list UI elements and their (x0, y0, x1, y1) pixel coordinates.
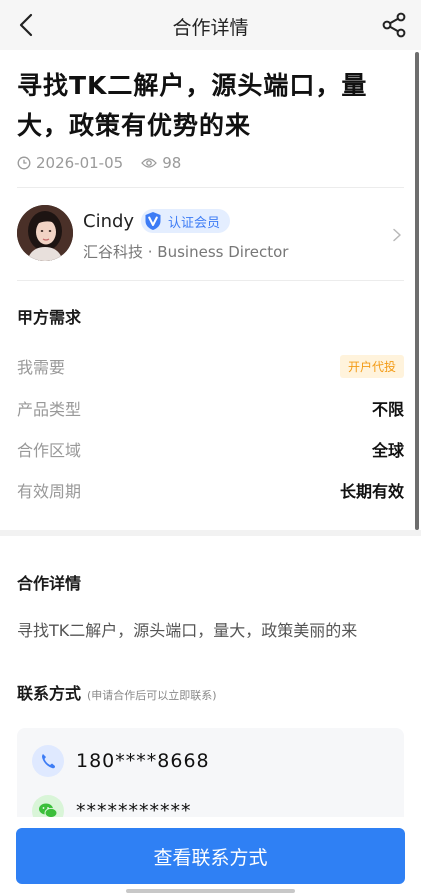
requirement-row: 有效周期 长期有效 (17, 478, 404, 502)
avatar[interactable] (17, 205, 73, 261)
badge-label: 认证会员 (168, 215, 221, 231)
divider (17, 187, 404, 188)
view-count: 98 (162, 154, 182, 172)
chevron-right-icon (390, 227, 404, 242)
requirement-key: 合作区域 (17, 441, 82, 460)
page-title: 合作详情 (172, 17, 249, 39)
eye-icon (141, 158, 158, 168)
clock-icon (17, 156, 31, 170)
verified-v-icon (145, 212, 161, 230)
requirement-key: 产品类型 (17, 400, 82, 419)
requirement-value: 长期有效 (339, 482, 404, 501)
post-title: 寻找TK二解户，源头端口，量大，政策有优势的来 (17, 71, 368, 140)
requirement-value: 不限 (371, 400, 404, 419)
views: 98 (141, 154, 181, 172)
scrollbar[interactable] (415, 52, 419, 530)
requirement-tag: 开户代投 (339, 354, 404, 378)
phone-icon (32, 745, 64, 777)
post-date: 2026-01-05 (36, 154, 124, 172)
section-separator (0, 530, 421, 536)
phone-row: 180****8668 (32, 745, 210, 777)
details-text: 寻找TK二解户，源头端口，量大，政策美丽的来 (17, 621, 358, 640)
contact-heading: 联系方式 (17, 684, 82, 703)
author-company: 汇谷科技 · Business Director (83, 243, 289, 261)
requirements-heading: 甲方需求 (17, 308, 82, 327)
details-heading: 合作详情 (17, 574, 82, 593)
post-meta: 2026-01-05 98 (17, 152, 181, 174)
author-card[interactable]: Cindy 认证会员 汇谷科技 · Business Director (17, 205, 404, 263)
home-indicator (126, 889, 295, 893)
contact-subheading: (申请合作后可以立即联系) (87, 689, 217, 702)
phone-number: 180****8668 (76, 750, 210, 772)
requirement-row: 我需要 开户代投 (17, 354, 404, 378)
requirement-key: 我需要 (17, 358, 66, 377)
divider (17, 280, 404, 281)
share-icon[interactable] (379, 10, 409, 40)
author-name: Cindy (83, 211, 135, 232)
bottom-bar: 查看联系方式 (0, 817, 421, 893)
requirement-row: 合作区域 全球 (17, 437, 404, 461)
contact-heading-group: 联系方式 (申请合作后可以立即联系) (17, 680, 217, 704)
top-bar: 合作详情 (0, 0, 421, 50)
view-contact-button[interactable]: 查看联系方式 (16, 828, 405, 884)
requirement-row: 产品类型 不限 (17, 396, 404, 420)
verified-badge: 认证会员 (141, 209, 231, 233)
requirement-key: 有效周期 (17, 482, 82, 501)
requirement-value: 全球 (371, 441, 404, 460)
